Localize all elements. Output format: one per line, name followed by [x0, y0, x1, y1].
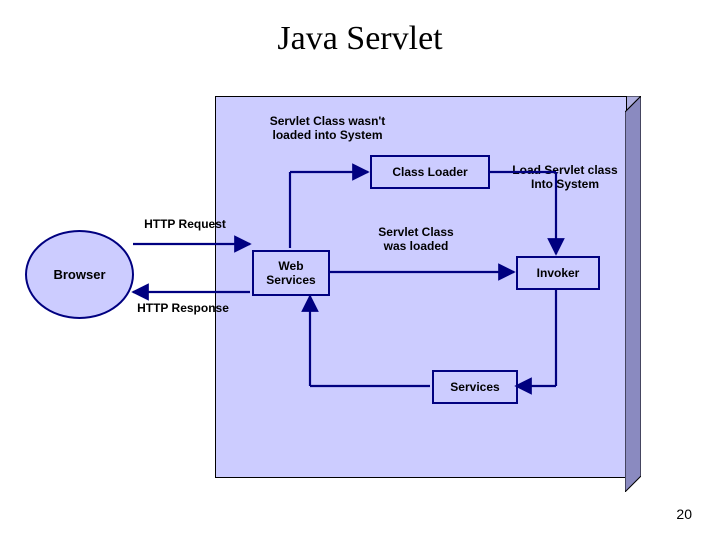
invoker-node: Invoker	[516, 256, 600, 290]
services-label: Services	[450, 380, 499, 394]
invoker-label: Invoker	[537, 266, 580, 280]
web-services-label: Web Services	[266, 259, 315, 288]
container-side-face	[625, 96, 641, 492]
http-request-label: HTTP Request	[130, 218, 240, 232]
http-response-label: HTTP Response	[123, 302, 243, 316]
slide-title: Java Servlet	[0, 20, 720, 58]
class-loader-label: Class Loader	[392, 165, 467, 179]
load-into-label: Load Servlet class Into System	[500, 164, 630, 192]
not-loaded-label: Servlet Class wasn't loaded into System	[255, 115, 400, 143]
browser-label: Browser	[53, 267, 105, 282]
services-node: Services	[432, 370, 518, 404]
slide-number: 20	[676, 506, 692, 522]
class-loader-node: Class Loader	[370, 155, 490, 189]
browser-node: Browser	[25, 230, 134, 319]
web-services-node: Web Services	[252, 250, 330, 296]
was-loaded-label: Servlet Class was loaded	[366, 226, 466, 254]
